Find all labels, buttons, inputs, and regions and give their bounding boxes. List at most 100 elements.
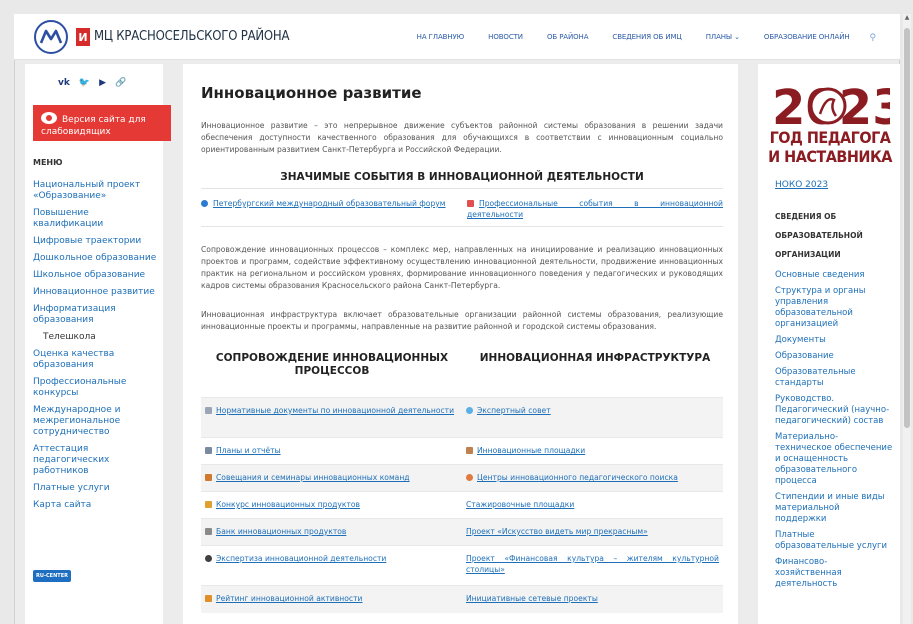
table-row: Совещания и семинары инновационных коман… bbox=[201, 464, 723, 491]
low-vision-button[interactable]: Версия сайта для слабовидящих bbox=[33, 105, 171, 141]
table-cell[interactable]: Проект «Финансовая культура – жителям ку… bbox=[462, 546, 723, 585]
org-menu-item[interactable]: Структура и органы управления образовате… bbox=[775, 286, 893, 330]
org-info-menu: Основные сведения Структура и органы упр… bbox=[775, 270, 893, 595]
expertise-icon bbox=[205, 555, 212, 562]
menu-item[interactable]: Телешкола bbox=[33, 332, 161, 343]
menu-item[interactable]: Платные услуги bbox=[33, 483, 161, 494]
org-menu-item[interactable]: Руководство. Педагогический (научно-педа… bbox=[775, 394, 893, 427]
table-cell[interactable]: Стажировочные площадки bbox=[462, 492, 723, 518]
left-menu: Национальный проект «Образование» Повыше… bbox=[33, 180, 161, 517]
scrollbar-thumb[interactable] bbox=[904, 28, 910, 428]
divider bbox=[201, 188, 723, 189]
menu-item[interactable]: Повышение квалификации bbox=[33, 208, 161, 230]
table-cell[interactable]: Инновационные площадки bbox=[462, 438, 723, 464]
event-forum-link[interactable]: Петербургский международный образователь… bbox=[213, 199, 446, 208]
twitter-icon[interactable]: 🐦 bbox=[79, 78, 90, 88]
contest-icon bbox=[205, 501, 212, 508]
meeting-icon bbox=[205, 474, 212, 481]
menu-item[interactable]: Школьное образование bbox=[33, 270, 161, 281]
page-title: Инновационное развитие bbox=[201, 84, 422, 102]
menu-item[interactable]: Информатизация образования bbox=[33, 304, 161, 326]
nav-about-imc[interactable]: СВЕДЕНИЯ ОБ ИМЦ bbox=[612, 33, 681, 43]
right-sidebar: 2023 ГОД ПЕДАГОГА И НАСТАВНИКА НОКО 2023… bbox=[758, 64, 900, 624]
expert-icon bbox=[466, 407, 473, 414]
table-row: Нормативные документы по инновационной д… bbox=[201, 397, 723, 437]
org-menu-item[interactable]: Стипендии и иные виды материальной подде… bbox=[775, 492, 893, 525]
logo-icon[interactable] bbox=[34, 20, 68, 54]
noko-link[interactable]: НОКО 2023 bbox=[775, 180, 828, 190]
table-row: Рейтинг инновационной активности Инициат… bbox=[201, 585, 723, 613]
left-sidebar: vk 🐦 ▶ 🔗 Версия сайта для слабовидящих М… bbox=[25, 64, 171, 624]
globe-icon bbox=[201, 200, 208, 207]
table-cell[interactable]: Проект «Искусство видеть мир прекрасным» bbox=[462, 519, 723, 545]
site-header: И МЦ КРАСНОСЕЛЬСКОГО РАЙОНА НА ГЛАВНУЮ Н… bbox=[14, 14, 900, 60]
event-forum[interactable]: Петербургский международный образователь… bbox=[201, 198, 457, 209]
year-caption: ГОД ПЕДАГОГА И НАСТАВНИКА bbox=[768, 128, 892, 166]
table-cell[interactable]: Планы и отчёты bbox=[201, 438, 462, 464]
calendar-icon bbox=[467, 200, 474, 207]
logo-mark-icon bbox=[39, 29, 63, 44]
infrastructure-text: Инновационная инфраструктура включает об… bbox=[201, 310, 723, 331]
org-menu-item[interactable]: Платные образовательные услуги bbox=[775, 530, 893, 552]
links-table: Нормативные документы по инновационной д… bbox=[201, 397, 723, 613]
menu-title: МЕНЮ bbox=[33, 158, 63, 167]
vk-icon[interactable]: vk bbox=[58, 78, 70, 88]
nav-home[interactable]: НА ГЛАВНУЮ bbox=[417, 33, 465, 43]
divider bbox=[201, 226, 723, 227]
menu-item[interactable]: Национальный проект «Образование» bbox=[33, 180, 161, 202]
org-menu-item[interactable]: Документы bbox=[775, 335, 893, 346]
support-text: Сопровождение инновационных процессов – … bbox=[201, 245, 723, 290]
menu-item[interactable]: Дошкольное образование bbox=[33, 253, 161, 264]
main-nav: НА ГЛАВНУЮ НОВОСТИ ОБ РАЙОНА СВЕДЕНИЯ ОБ… bbox=[393, 33, 876, 43]
eye-icon bbox=[41, 112, 57, 124]
col-infrastructure-title: ИННОВАЦИОННАЯ ИНФРАСТРУКТУРА bbox=[479, 352, 711, 364]
link-icon[interactable]: 🔗 bbox=[115, 78, 126, 88]
table-cell[interactable]: Центры инновационного педагогического по… bbox=[462, 465, 723, 491]
brand-mark[interactable]: И bbox=[76, 28, 90, 46]
table-row: Планы и отчёты Инновационные площадки bbox=[201, 437, 723, 464]
intro-text: Инновационное развитие – это непрерывное… bbox=[201, 121, 723, 154]
table-cell[interactable]: Нормативные документы по инновационной д… bbox=[201, 398, 462, 437]
table-cell[interactable]: Банк инновационных продуктов bbox=[201, 519, 462, 545]
table-row: Экспертиза инновационной деятельности Пр… bbox=[201, 545, 723, 585]
org-menu-item[interactable]: Образование bbox=[775, 351, 893, 362]
site-icon bbox=[466, 447, 473, 454]
main-content: Инновационное развитие Инновационное раз… bbox=[183, 64, 738, 624]
nav-plans[interactable]: ПЛАНЫ ⌄ bbox=[706, 33, 740, 43]
table-cell[interactable]: Инициативные сетевые проекты bbox=[462, 586, 723, 613]
nav-education-online[interactable]: ОБРАЗОВАНИЕ ОНЛАЙН bbox=[764, 33, 850, 43]
youtube-icon[interactable]: ▶ bbox=[99, 78, 106, 88]
scroll-up-icon[interactable]: ▲ bbox=[903, 14, 911, 24]
table-cell[interactable]: Экспертиза инновационной деятельности bbox=[201, 546, 462, 585]
nav-news[interactable]: НОВОСТИ bbox=[488, 33, 523, 43]
menu-item[interactable]: Международное и межрегиональное сотрудни… bbox=[33, 405, 161, 438]
search-icon[interactable]: ⚲ bbox=[870, 33, 877, 43]
menu-item[interactable]: Оценка качества образования bbox=[33, 349, 161, 371]
table-cell[interactable]: Экспертный совет bbox=[462, 398, 723, 437]
menu-item[interactable]: Профессиональные конкурсы bbox=[33, 377, 161, 399]
menu-item[interactable]: Инновационное развитие bbox=[33, 287, 161, 298]
org-menu-item[interactable]: Основные сведения bbox=[775, 270, 893, 281]
nav-about-district[interactable]: ОБ РАЙОНА bbox=[547, 33, 589, 43]
plans-icon bbox=[205, 447, 212, 454]
year-2023-banner[interactable]: 2023 bbox=[770, 78, 890, 130]
org-info-title: СВЕДЕНИЯ ОБ ОБРАЗОВАТЕЛЬНОЙ ОРГАНИЗАЦИИ bbox=[775, 212, 863, 259]
social-links: vk 🐦 ▶ 🔗 bbox=[58, 78, 126, 88]
event-professional-link[interactable]: Профессиональные события в инновационной… bbox=[467, 199, 723, 219]
table-row: Конкурс инновационных продуктов Стажиров… bbox=[201, 491, 723, 518]
brand-title[interactable]: МЦ КРАСНОСЕЛЬСКОГО РАЙОНА bbox=[94, 29, 290, 44]
table-row: Банк инновационных продуктов Проект «Иск… bbox=[201, 518, 723, 545]
org-menu-item[interactable]: Материально-техническое обеспечение и ос… bbox=[775, 432, 893, 487]
menu-item[interactable]: Цифровые траектории bbox=[33, 236, 161, 247]
org-menu-item[interactable]: Финансово-хозяйственная деятельность bbox=[775, 557, 893, 590]
rucenter-badge[interactable]: RU-CENTER bbox=[33, 570, 71, 582]
menu-item[interactable]: Аттестация педагогических работников bbox=[33, 444, 161, 477]
center-icon bbox=[466, 474, 473, 481]
table-cell[interactable]: Конкурс инновационных продуктов bbox=[201, 492, 462, 518]
table-cell[interactable]: Совещания и семинары инновационных коман… bbox=[201, 465, 462, 491]
table-cell[interactable]: Рейтинг инновационной активности bbox=[201, 586, 462, 613]
menu-item[interactable]: Карта сайта bbox=[33, 500, 161, 511]
org-menu-item[interactable]: Образовательные стандарты bbox=[775, 367, 893, 389]
bank-icon bbox=[205, 528, 212, 535]
event-professional[interactable]: Профессиональные события в инновационной… bbox=[467, 198, 723, 220]
